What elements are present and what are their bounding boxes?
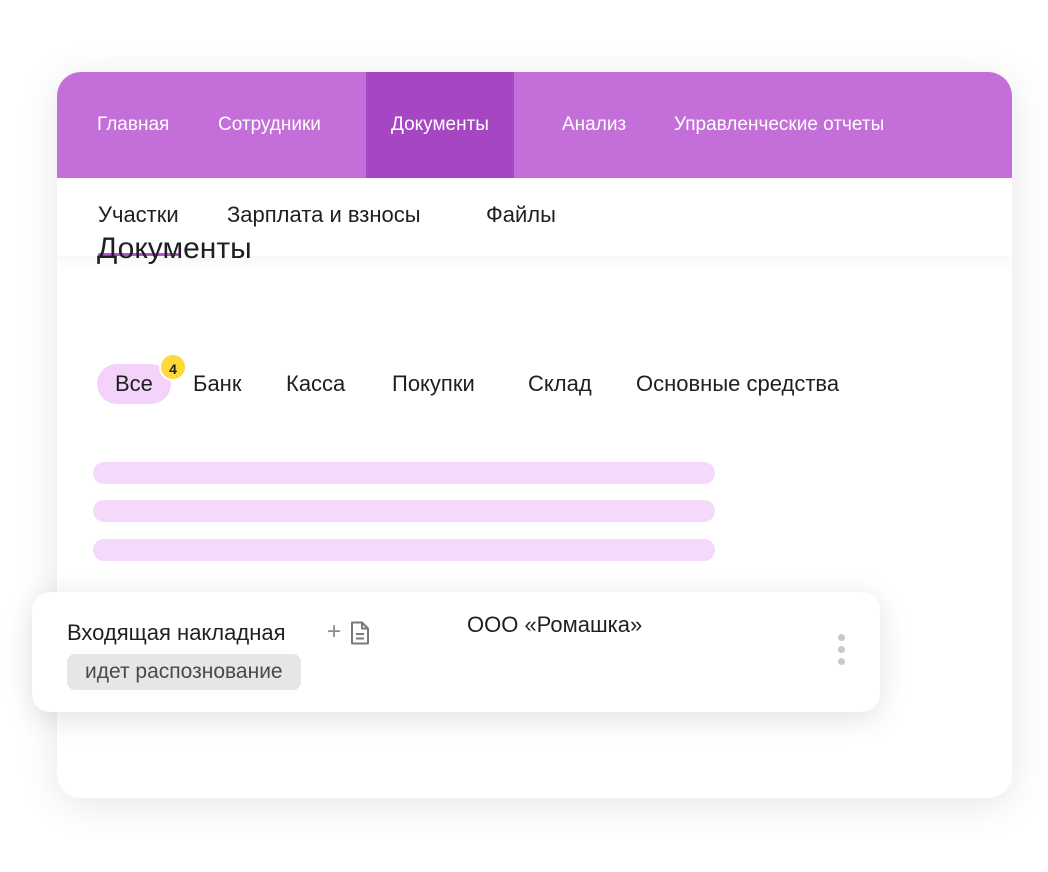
company-name: ООО «Ромашка» (467, 612, 643, 637)
topnav-item-employees[interactable]: Сотрудники (218, 72, 321, 178)
filter-cash[interactable]: Касса (286, 364, 345, 404)
filter-purchases[interactable]: Покупки (392, 364, 475, 404)
status-badge: идет распознование (67, 654, 301, 690)
topnav-item-management-reports[interactable]: Управленческие отчеты (674, 72, 884, 178)
topnav-item-analysis[interactable]: Анализ (562, 72, 626, 178)
top-navigation: Главная Сотрудники Документы Анализ Упра… (57, 72, 1012, 178)
filter-warehouse[interactable]: Склад (528, 364, 592, 404)
count-badge: 4 (159, 353, 187, 381)
topnav-item-documents[interactable]: Документы (366, 72, 514, 178)
subnav-item-salary[interactable]: Зарплата и взносы (227, 202, 421, 256)
document-card[interactable]: Входящая накладная + ООО «Ромашка» идет … (32, 592, 880, 712)
skeleton-row (93, 539, 715, 561)
document-title: Входящая накладная (67, 620, 286, 645)
plus-icon: + (327, 618, 342, 645)
topnav-item-home[interactable]: Главная (97, 72, 169, 178)
page-title: Документы (97, 232, 252, 265)
subnav-item-files[interactable]: Файлы (486, 202, 556, 256)
filter-bank[interactable]: Банк (193, 364, 241, 404)
kebab-menu-icon[interactable] (834, 634, 848, 674)
document-icon (351, 621, 369, 645)
skeleton-row (93, 462, 715, 484)
filter-fixed-assets[interactable]: Основные средства (636, 364, 839, 404)
skeleton-row (93, 500, 715, 522)
